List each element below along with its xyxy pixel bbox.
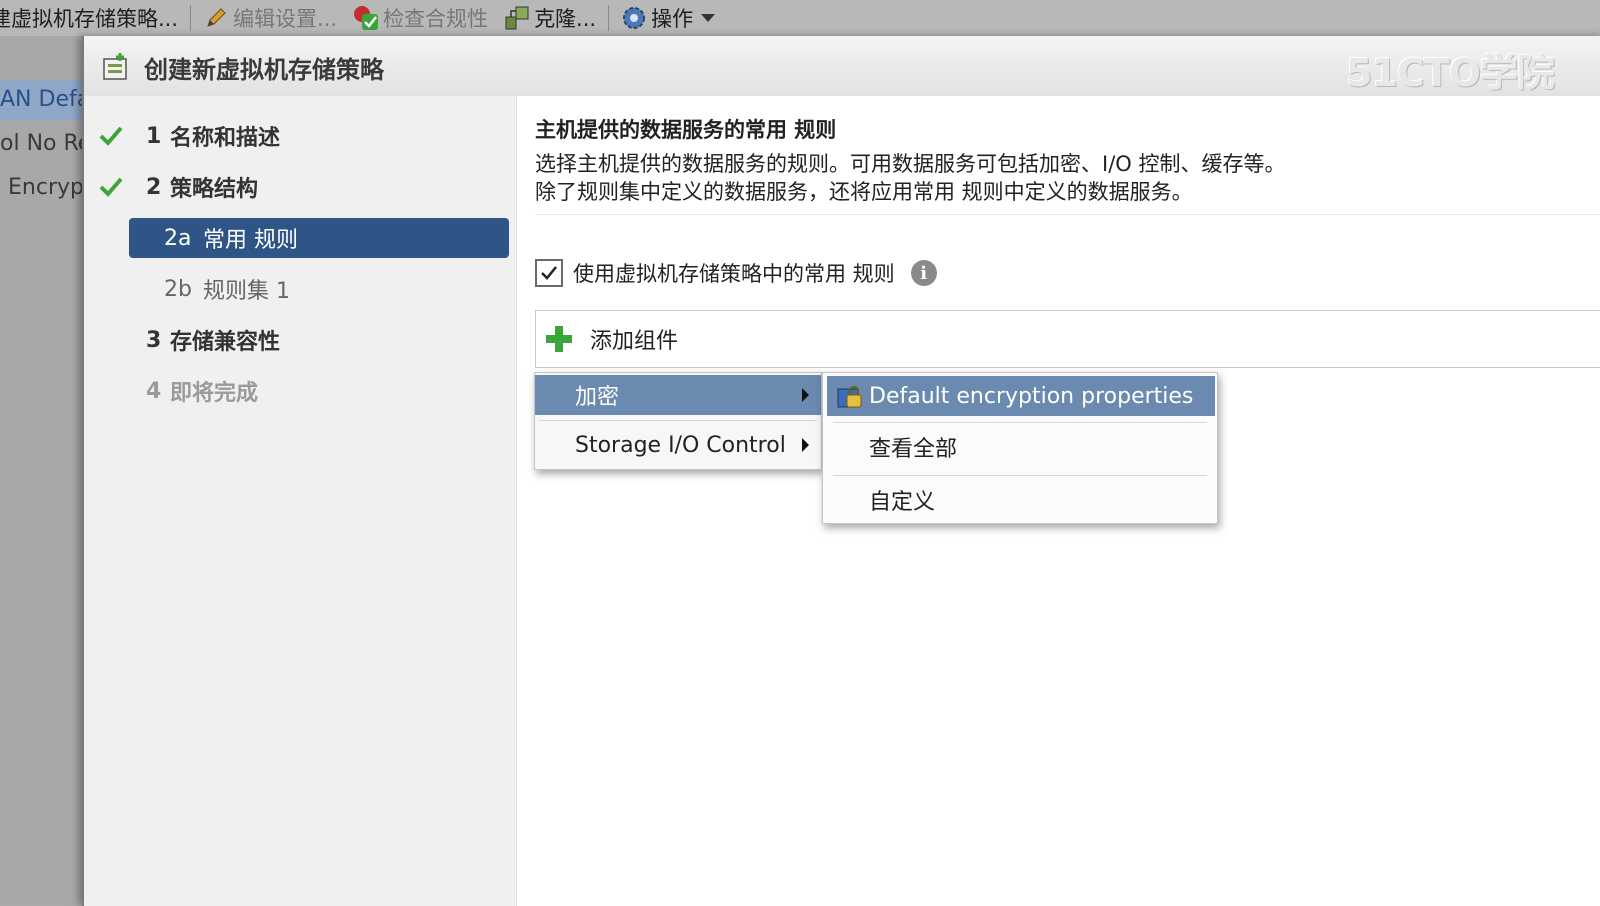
menu-item-label: Default encryption properties [869,383,1194,409]
substep-common-rules[interactable]: 2a 常用 规则 [129,218,509,258]
description-line: 选择主机提供的数据服务的规则。可用数据服务可包括加密、I/O 控制、缓存等。 [535,152,1286,176]
encryption-policy-icon [835,381,865,411]
create-policy-label: 建虚拟机存储策略... [0,7,179,31]
edit-settings-label: 编辑设置... [233,7,338,31]
add-component-button[interactable]: 添加组件 [535,310,1600,368]
clone-icon [504,5,530,31]
watermark: 51CTO学院 [1346,51,1555,95]
menu-item-encryption[interactable]: 加密 [535,375,821,415]
menu-item-label: Storage I/O Control [575,432,786,458]
step-label: 策略结构 [170,177,259,202]
toolbar-divider [190,5,192,31]
dialog-title: 创建新虚拟机存储策略 [144,56,384,84]
menu-item-view-all[interactable]: 查看全部 [823,427,1217,467]
substep-number: 2b [164,276,192,302]
substep-label: 规则集 1 [203,279,290,304]
checkmark-icon [98,174,124,200]
step-number: 1 [146,123,162,149]
step-number: 4 [146,378,162,404]
create-policy-button[interactable]: 建虚拟机存储策略... [0,0,186,36]
menu-item-label: 自定义 [869,490,936,515]
submenu-arrow-icon [802,388,809,402]
menu-item-storage-io-control[interactable]: Storage I/O Control [535,425,821,465]
clone-label: 克隆... [534,7,597,31]
step-number: 3 [146,327,162,353]
menu-item-label: 查看全部 [869,437,958,462]
menu-divider [833,475,1207,476]
menu-item-custom[interactable]: 自定义 [823,480,1217,520]
actions-label: 操作 [651,7,694,31]
step-label: 即将完成 [170,381,259,406]
section-title: 主机提供的数据服务的常用 规则 [535,118,837,142]
top-toolbar: 建虚拟机存储策略... 编辑设置... 检查合规性 克隆... 操作 [0,0,1600,37]
section-description: 选择主机提供的数据服务的规则。可用数据服务可包括加密、I/O 控制、缓存等。 除… [535,150,1285,206]
step-policy-structure[interactable]: 2 策略结构 [84,167,516,207]
gear-icon [621,5,647,31]
add-component-label: 添加组件 [590,329,679,354]
check-compliance-button[interactable]: 检查合规性 [345,0,496,36]
chevron-down-icon [701,14,716,22]
encryption-submenu: Default encryption properties 查看全部 自定义 [822,372,1218,524]
menu-item-label: 加密 [575,385,620,410]
edit-settings-button[interactable]: 编辑设置... [195,0,345,36]
step-label: 存储兼容性 [170,330,281,355]
checkmark-icon [98,123,124,149]
menu-divider [539,420,817,421]
dialog-header: 创建新虚拟机存储策略 51CTO学院 [84,36,1600,97]
component-menu: 加密 Storage I/O Control [534,372,822,470]
step-ready-to-complete: 4 即将完成 [84,371,516,411]
list-item[interactable]: AN Defa [0,80,84,120]
substep-rule-set-1[interactable]: 2b 规则集 1 [129,269,509,309]
submenu-arrow-icon [802,438,809,452]
plus-icon [544,324,574,354]
list-item[interactable]: ol No Re [0,124,84,164]
divider [535,214,1600,215]
use-common-rules-checkbox[interactable] [535,259,563,287]
wizard-nav: 1 名称和描述 2 策略结构 2a 常用 规则 2b 规则集 1 3 存储兼容性… [84,96,517,906]
menu-item-default-encryption[interactable]: Default encryption properties [827,376,1215,416]
step-storage-compatibility[interactable]: 3 存储兼容性 [84,320,516,360]
info-icon[interactable]: i [910,260,937,286]
compliance-check-icon [353,5,379,31]
actions-menu-button[interactable]: 操作 [613,0,723,36]
pencil-icon [203,5,229,31]
list-item[interactable]: Encryp [0,168,84,208]
checkbox-label: 使用虚拟机存储策略中的常用 规则 [573,262,895,286]
menu-divider [833,422,1207,423]
toolbar-divider [608,5,610,31]
background-policy-list: AN Defa ol No Re Encryp [0,36,84,900]
step-name-description[interactable]: 1 名称和描述 [84,116,516,156]
substep-number: 2a [164,225,192,251]
clone-button[interactable]: 克隆... [496,0,604,36]
substep-label: 常用 规则 [203,228,298,253]
check-compliance-label: 检查合规性 [383,7,489,31]
common-rules-option: 使用虚拟机存储策略中的常用 规则 i [535,258,937,288]
step-label: 名称和描述 [170,126,281,151]
storage-policy-icon [100,51,132,83]
step-number: 2 [146,174,162,200]
description-line: 除了规则集中定义的数据服务，还将应用常用 规则中定义的数据服务。 [535,180,1193,204]
